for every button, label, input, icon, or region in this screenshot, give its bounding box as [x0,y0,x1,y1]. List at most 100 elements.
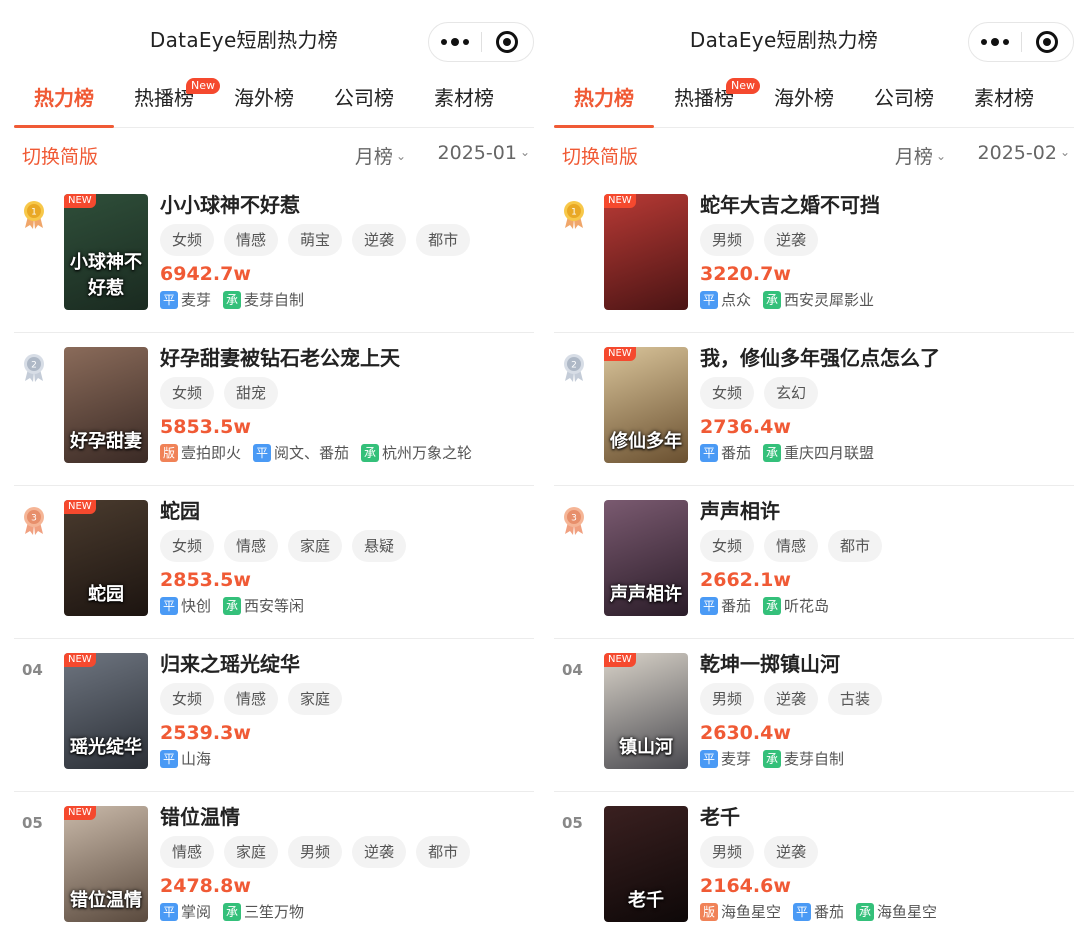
rank-number: 04 [22,661,43,679]
drama-cover[interactable]: NEW 错位温情 [64,806,148,922]
filter-bar: 切换简版 月榜 ⌄ 2025-02 ⌄ [554,128,1074,180]
chevron-down-icon: ⌄ [395,149,406,163]
close-miniprogram-icon[interactable] [481,31,533,53]
drama-title[interactable]: 老千 [700,804,1074,830]
period-dropdown[interactable]: 月榜 ⌄ [355,142,406,169]
list-item[interactable]: 04 NEW 瑶光绽华 归来之瑶光绽华 女频 情感 家庭 2539.3w 平山海 [14,639,534,792]
company-ping: 平番茄 [700,443,751,463]
ping-badge-icon: 平 [700,291,718,309]
close-miniprogram-icon[interactable] [1021,31,1073,53]
heat-value: 2853.5w [160,569,251,591]
tab-3[interactable]: 公司榜 [314,76,414,127]
list-item[interactable]: 2 NEW 修仙多年 我，修仙多年强亿点怎么了 女频 玄幻 2736.4w 平番茄承重庆四月联… [554,333,1074,486]
list-item[interactable]: 3 声声相许 声声相许 女频 情感 都市 2662.1w 平番茄承听花岛 [554,486,1074,639]
drama-cover[interactable]: NEW 瑶光绽华 [64,653,148,769]
company-ban: 版海鱼星空 [700,902,781,922]
tab-0[interactable]: 热力榜 [554,76,654,128]
list-item[interactable]: 1 NEW 蛇年大吉之婚不可挡 男频 逆袭 3220.7w 平点众承西安灵犀影业 [554,180,1074,333]
cheng-badge-icon: 承 [223,903,242,921]
heat-value: 5853.5w [160,416,251,438]
tab-3[interactable]: 公司榜 [854,76,954,127]
company-meta: 平快创承西安等闲 [160,596,534,616]
date-value: 2025-01 [437,142,517,164]
drama-title[interactable]: 蛇园 [160,498,534,524]
drama-title[interactable]: 好孕甜妻被钻石老公宠上天 [160,345,534,371]
company-cheng: 承听花岛 [763,596,829,616]
rank-number: 04 [562,661,583,679]
heat-value: 2662.1w [700,569,791,591]
drama-cover[interactable]: 好孕甜妻 [64,347,148,463]
genre-tag: 玄幻 [764,377,819,409]
drama-title[interactable]: 归来之瑶光绽华 [160,651,534,677]
gold-medal-icon: 1 [22,200,46,230]
genre-tag: 都市 [416,836,471,868]
switch-simple-button[interactable]: 切换简版 [562,142,638,169]
genre-tag: 情感 [764,530,819,562]
drama-title[interactable]: 乾坤一掷镇山河 [700,651,1074,677]
cover-caption: 声声相许 [610,584,682,605]
silver-medal-icon: 2 [22,353,46,383]
tab-2[interactable]: 海外榜 [754,76,854,127]
list-item[interactable]: 1 NEW 小球神不好惹 小小球神不好惹 女频 情感 萌宝 逆袭 都市 6942.7w 平麦芽承麦芽… [14,180,534,333]
company-ping: 平番茄 [700,596,751,616]
company-name: 麦芽自制 [784,750,845,768]
ranking-panel-left: DataEye短剧热力榜 热力榜 热播榜 New 海外榜 公司榜 素材榜 切换简版 月榜 ⌄… [14,0,534,940]
drama-info: 蛇年大吉之婚不可挡 男频 逆袭 3220.7w 平点众承西安灵犀影业 [700,192,1074,310]
period-value: 月榜 [894,146,933,168]
tab-2[interactable]: 海外榜 [214,76,314,127]
drama-cover[interactable]: 声声相许 [604,500,688,616]
company-cheng: 承麦芽自制 [763,749,844,769]
list-item[interactable]: 05 老千 老千 男频 逆袭 2164.6w 版海鱼星空平番茄承海鱼星空 [554,792,1074,940]
tab-1[interactable]: 热播榜 New [114,76,220,127]
svg-text:1: 1 [31,208,37,218]
drama-title[interactable]: 小小球神不好惹 [160,192,534,218]
genre-tag: 都市 [828,530,883,562]
drama-info: 小小球神不好惹 女频 情感 萌宝 逆袭 都市 6942.7w 平麦芽承麦芽自制 [160,192,534,310]
drama-cover[interactable]: NEW [604,194,688,310]
period-dropdown[interactable]: 月榜 ⌄ [895,142,946,169]
drama-title[interactable]: 蛇年大吉之婚不可挡 [700,192,1074,218]
tab-0[interactable]: 热力榜 [14,76,114,128]
rank-number: 05 [22,814,43,832]
genre-tag: 都市 [416,224,471,256]
company-name: 番茄 [721,444,752,462]
drama-cover[interactable]: 老千 [604,806,688,922]
svg-text:3: 3 [31,514,37,524]
drama-cover[interactable]: NEW 蛇园 [64,500,148,616]
genre-tag: 男频 [288,836,343,868]
more-icon[interactable] [429,38,481,46]
list-item[interactable]: 2 好孕甜妻 好孕甜妻被钻石老公宠上天 女频 甜宠 5853.5w 版壹拍即火平阅文、番茄承… [14,333,534,486]
tab-4[interactable]: 素材榜 [954,76,1054,127]
cover-caption: 修仙多年 [610,431,682,452]
company-meta: 平点众承西安灵犀影业 [700,290,1074,310]
cover-caption: 蛇园 [88,584,124,605]
chevron-down-icon: ⌄ [935,149,946,163]
list-item[interactable]: 3 NEW 蛇园 蛇园 女频 情感 家庭 悬疑 2853.5w 平快创承西安等闲 [14,486,534,639]
company-meta: 版海鱼星空平番茄承海鱼星空 [700,902,1074,922]
drama-info: 乾坤一掷镇山河 男频 逆袭 古装 2630.4w 平麦芽承麦芽自制 [700,651,1074,769]
tab-label: 热力榜 [34,86,94,110]
more-icon[interactable] [969,38,1021,46]
drama-cover[interactable]: NEW 小球神不好惹 [64,194,148,310]
company-name: 阅文、番茄 [274,444,350,462]
drama-cover[interactable]: NEW 修仙多年 [604,347,688,463]
screenshot-page: DataEye短剧热力榜 热力榜 热播榜 New 海外榜 公司榜 素材榜 切换简版 月榜 ⌄… [0,0,1080,940]
drama-title[interactable]: 声声相许 [700,498,1074,524]
switch-simple-button[interactable]: 切换简版 [22,142,98,169]
svg-text:2: 2 [571,361,577,371]
drama-title[interactable]: 我，修仙多年强亿点怎么了 [700,345,1074,371]
drama-cover[interactable]: NEW 镇山河 [604,653,688,769]
drama-title[interactable]: 错位温情 [160,804,534,830]
date-dropdown[interactable]: 2025-02 ⌄ [978,142,1070,164]
list-item[interactable]: 05 NEW 错位温情 错位温情 情感 家庭 男频 逆袭 都市 2478.8w 平掌阅承三笙万物 [14,792,534,940]
date-dropdown[interactable]: 2025-01 ⌄ [438,142,530,164]
silver-medal-icon: 2 [562,353,586,383]
new-tag: NEW [604,347,636,361]
list-item[interactable]: 04 NEW 镇山河 乾坤一掷镇山河 男频 逆袭 古装 2630.4w 平麦芽承麦芽自制 [554,639,1074,792]
company-name: 麦芽自制 [244,291,305,309]
company-meta: 平掌阅承三笙万物 [160,902,534,922]
tab-1[interactable]: 热播榜 New [654,76,760,127]
genre-tag: 男频 [700,683,755,715]
tab-4[interactable]: 素材榜 [414,76,514,127]
ranking-list: 1 NEW 小球神不好惹 小小球神不好惹 女频 情感 萌宝 逆袭 都市 6942.7w 平麦芽承麦芽… [14,180,534,940]
